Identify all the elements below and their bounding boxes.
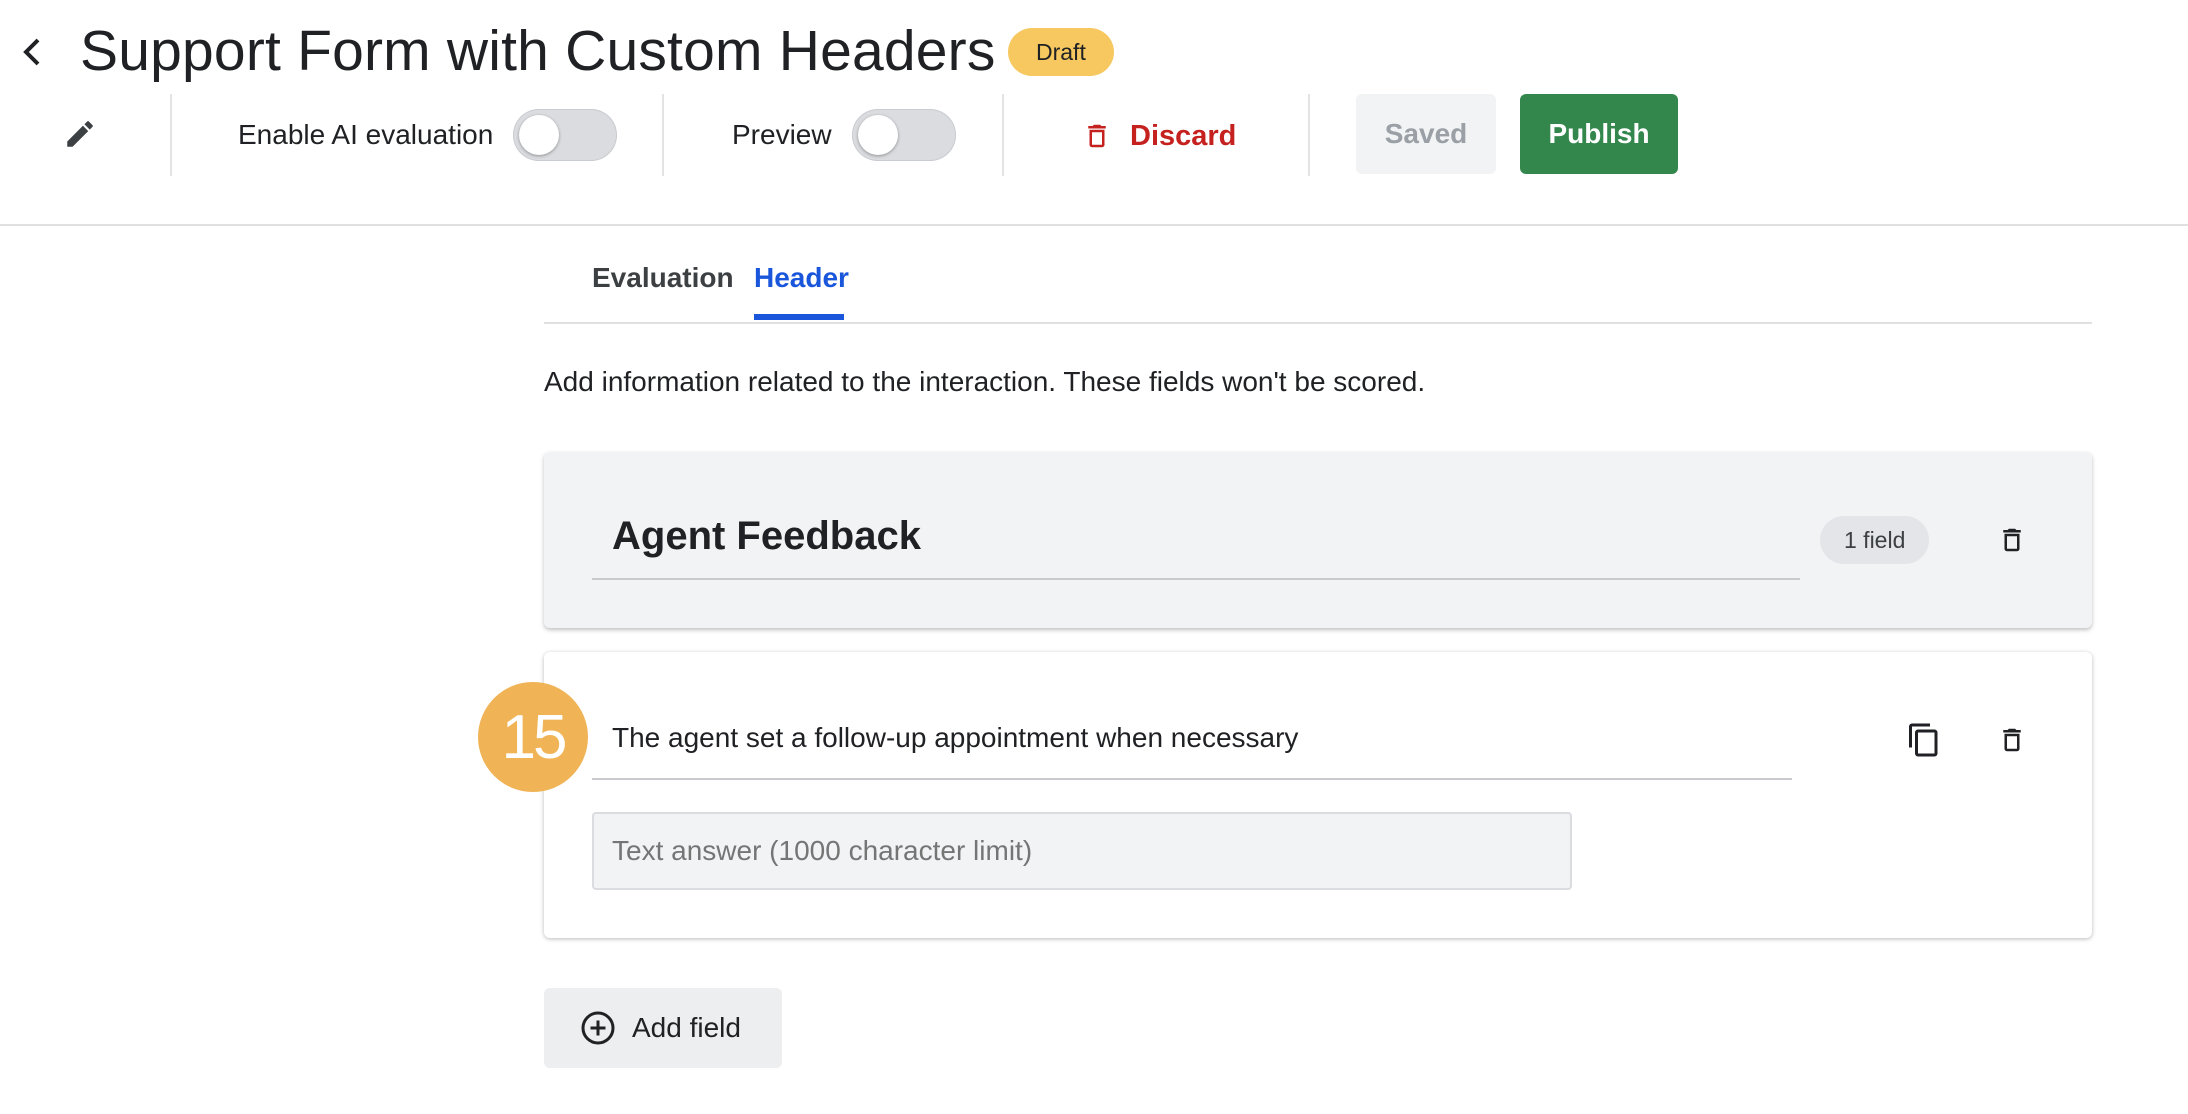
- trash-icon: [2003, 728, 2021, 752]
- toggle-knob: [519, 115, 560, 155]
- ai-evaluation-toggle[interactable]: [513, 109, 618, 161]
- toggle-knob: [857, 115, 898, 155]
- ai-evaluation-label: Enable AI evaluation: [238, 119, 494, 150]
- tabs-divider: [544, 322, 2092, 324]
- publish-button[interactable]: Publish: [1520, 94, 1678, 174]
- tab-header[interactable]: Header: [754, 262, 849, 322]
- copy-icon: [1909, 723, 1938, 757]
- duplicate-field-button[interactable]: [1896, 712, 1952, 768]
- field-card: [544, 652, 2092, 938]
- status-badge: Draft: [1008, 28, 1114, 76]
- active-tab-indicator: [754, 314, 844, 320]
- preview-label: Preview: [732, 119, 832, 150]
- preview-control: Preview: [732, 94, 956, 176]
- saved-button[interactable]: Saved: [1356, 94, 1496, 174]
- page-title: Support Form with Custom Headers: [80, 19, 996, 83]
- add-field-button[interactable]: Add field: [544, 988, 782, 1068]
- delete-section-button[interactable]: [1984, 512, 2040, 568]
- delete-field-button[interactable]: [1984, 712, 2040, 768]
- pencil-icon: [67, 121, 93, 147]
- trash-icon: [1088, 124, 1106, 148]
- toolbar-divider: [662, 94, 664, 176]
- tab-evaluation[interactable]: Evaluation: [592, 262, 734, 322]
- step-number-badge: 15: [478, 682, 588, 792]
- edit-button[interactable]: [56, 110, 104, 158]
- toolbar-divider: [1308, 94, 1310, 176]
- toolbar-divider: [170, 94, 172, 176]
- chevron-left-icon: [23, 38, 40, 66]
- header-description: Add information related to the interacti…: [544, 366, 1426, 397]
- plus-circle-icon: [581, 1011, 615, 1045]
- section-title: Agent Feedback: [612, 514, 921, 558]
- preview-toggle[interactable]: [851, 109, 956, 161]
- add-field-label: Add field: [632, 1012, 741, 1043]
- ai-evaluation-control: Enable AI evaluation: [238, 94, 618, 176]
- discard-button[interactable]: Discard: [1082, 110, 1236, 162]
- trash-icon: [2003, 528, 2021, 552]
- header-divider: [0, 224, 2188, 226]
- discard-label: Discard: [1130, 119, 1237, 152]
- text-answer-field[interactable]: [592, 812, 1572, 890]
- toolbar-divider: [1002, 94, 1004, 176]
- back-button[interactable]: [14, 30, 50, 74]
- field-count-badge: 1 field: [1820, 516, 1930, 564]
- question-text: The agent set a follow-up appointment wh…: [612, 722, 1299, 753]
